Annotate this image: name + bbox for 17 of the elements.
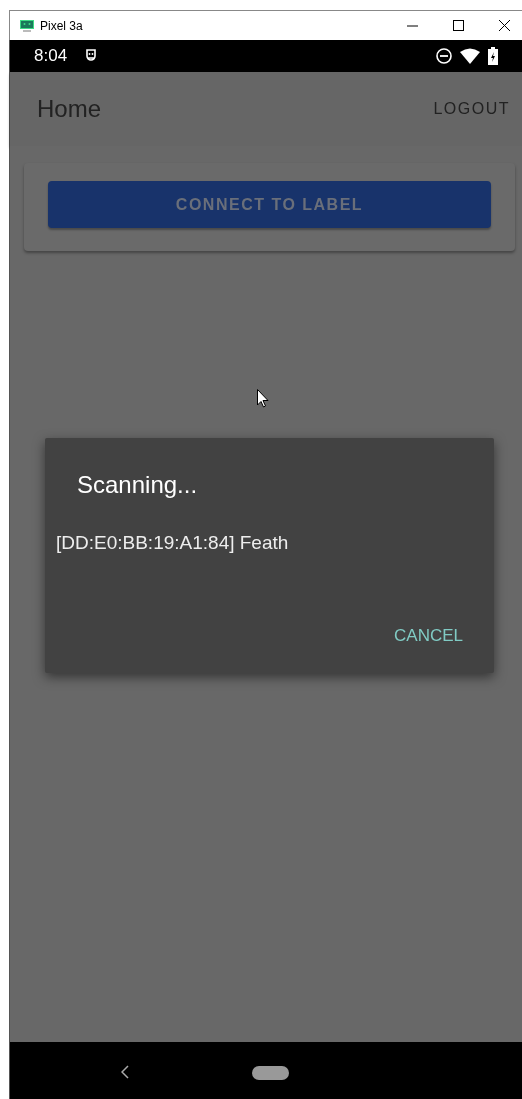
wifi-icon xyxy=(460,48,480,64)
device-list-item[interactable]: [DD:E0:BB:19:A1:84] Feath xyxy=(56,530,494,556)
logout-button[interactable]: LOGOUT xyxy=(433,97,510,121)
cancel-button[interactable]: CANCEL xyxy=(394,623,463,649)
close-icon[interactable] xyxy=(499,20,510,31)
back-icon[interactable] xyxy=(121,1065,129,1079)
android-emulator-icon xyxy=(20,19,34,32)
battery-icon xyxy=(488,47,498,65)
home-pill[interactable] xyxy=(252,1066,289,1080)
app-title: Home xyxy=(37,94,102,124)
status-time: 8:04 xyxy=(34,45,68,68)
mouse-cursor-icon xyxy=(257,389,269,408)
dialog-title: Scanning... xyxy=(77,470,199,500)
maximize-icon[interactable] xyxy=(453,20,464,31)
do-not-disturb-icon xyxy=(436,48,452,64)
notification-icon xyxy=(85,48,98,64)
window-title: Pixel 3a xyxy=(40,17,83,35)
